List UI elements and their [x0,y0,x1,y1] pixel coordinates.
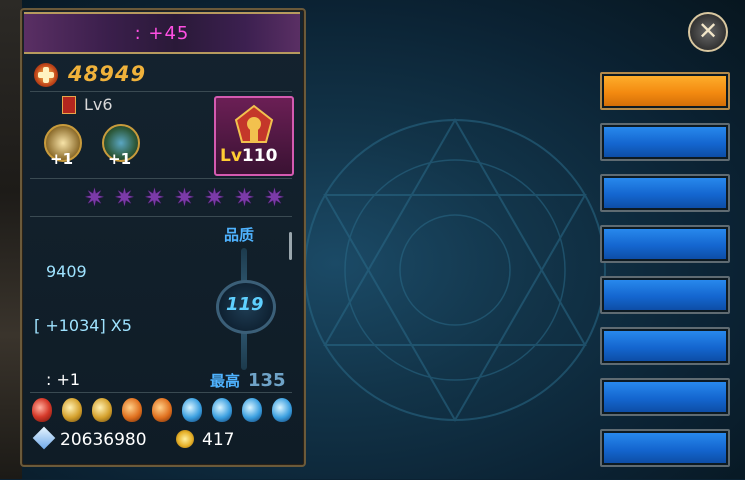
gem-icon[interactable] [122,398,142,422]
equipment-level-value: 110 [241,146,278,166]
skill-2-bonus: +1 [108,150,132,168]
divider [30,216,292,217]
stat-value-1: 9409 [46,262,87,281]
power-value: 48949 [68,62,147,86]
level-label: Lv6 [84,95,113,114]
star-icon: ✷ [234,183,255,212]
side-tab-button-7[interactable] [600,378,730,416]
side-tab-button-3[interactable] [600,174,730,212]
gem-icon[interactable] [272,398,292,422]
divider [30,178,292,179]
gem-icon[interactable] [152,398,172,422]
item-title: : +45 [134,23,190,44]
stat-extra: : +1 [46,370,81,389]
title-bar: : +45 [24,12,300,54]
gem-icon[interactable] [32,398,52,422]
gem-icon[interactable] [212,398,232,422]
side-tab-button-8[interactable] [600,429,730,467]
side-tab-button-1[interactable] [600,72,730,110]
star-icon: ✷ [174,183,195,212]
power-emblem-icon [34,63,58,87]
equipment-level: Lv110 [220,146,277,166]
star-icon: ✷ [114,183,135,212]
divider [30,392,292,393]
skill-1-bonus: +1 [50,150,74,168]
quality-current-value: 119 [226,294,264,315]
close-icon: ✕ [697,17,719,45]
star-rating: ✷ ✷ ✷ ✷ ✷ ✷ ✷ [84,184,294,212]
stat-bonus: [ +1034] X5 [34,316,132,335]
diamond-count: 20636980 [60,430,147,450]
coin-count: 417 [202,430,235,450]
best-quality-label: 最高 [210,372,241,390]
gem-slots [30,398,296,424]
level-flame-icon [62,96,76,114]
gem-icon[interactable] [242,398,262,422]
star-icon: ✷ [144,183,165,212]
star-icon: ✷ [84,183,105,212]
side-tab-button-4[interactable] [600,225,730,263]
close-button[interactable]: ✕ [688,12,728,52]
gem-icon[interactable] [92,398,112,422]
scrollbar[interactable] [289,232,292,260]
power-row: 48949 [34,62,294,88]
gem-icon[interactable] [182,398,202,422]
star-icon: ✷ [204,183,225,212]
magic-circle-background [304,118,606,422]
quality-label: 品质 [224,226,255,244]
side-tab-button-2[interactable] [600,123,730,161]
star-icon: ✷ [264,183,285,212]
side-tab-button-5[interactable] [600,276,730,314]
currency-row: 20636980 417 [30,426,296,454]
gem-icon[interactable] [62,398,82,422]
side-tab-button-6[interactable] [600,327,730,365]
diamond-icon [32,426,56,450]
background-left-strip [0,0,22,479]
equipment-level-prefix: Lv [220,146,242,166]
coin-icon [176,430,194,448]
best-quality-value: 135 [248,370,286,391]
divider [30,91,292,92]
